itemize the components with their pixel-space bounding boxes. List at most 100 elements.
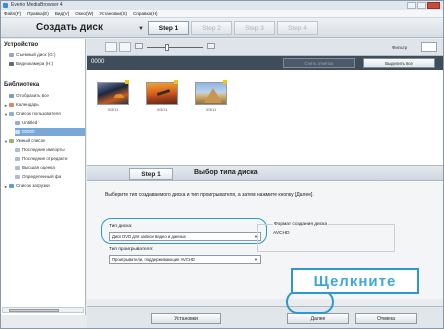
step-3-tab: Step 3 <box>234 21 275 35</box>
caret-calendar[interactable]: ► <box>4 103 8 108</box>
sidebar-item-recent-edited[interactable]: Последние отредакти <box>15 155 85 163</box>
camcorder-icon <box>9 61 14 66</box>
drive-icon <box>9 52 14 57</box>
list-icon <box>15 129 20 134</box>
thumbnail-1-label: 3/3/11 <box>107 107 119 112</box>
large-thumb-icon[interactable] <box>207 43 215 49</box>
smart-list-icon <box>9 138 14 143</box>
chevron-down-icon: ▼ <box>254 257 258 262</box>
step-tabs: Step 1 Step 2 Step 3 Step 4 <box>148 21 318 35</box>
menu-bar: Файл(F) Правка(E) Вид(V) Окно(W) Установ… <box>1 10 443 18</box>
thumbnail-grid: 3/3/11 3/3/11 3/3/11 <box>87 70 443 165</box>
format-label: Формат создания диска <box>273 222 329 227</box>
grid-view-icon[interactable] <box>105 42 117 52</box>
menu-settings[interactable]: Установки(S) <box>99 10 127 17</box>
list-view-icon[interactable] <box>119 42 131 52</box>
sidebar-item-top-rated[interactable]: Высшая оценка <box>15 164 85 172</box>
menu-view[interactable]: Вид(V) <box>55 10 69 17</box>
click-callout: Щелкните <box>291 268 419 294</box>
sidebar-item-recent-imports[interactable]: Последние импорты <box>15 146 85 154</box>
window-title: Everio MediaBrowser 4 <box>11 2 63 8</box>
sidebar-item-calendar[interactable]: Календарь <box>9 101 85 109</box>
menu-help[interactable]: Справка(H) <box>133 10 157 17</box>
slider-knob[interactable] <box>165 44 169 51</box>
airplane-image <box>156 89 171 96</box>
photos-icon <box>9 93 14 98</box>
sidebar-item-removable-disk[interactable]: Съемный диск (G:) <box>9 51 85 59</box>
list-icon <box>15 120 20 125</box>
folder-icon <box>15 174 20 179</box>
pyramid-image <box>204 88 222 103</box>
thumbnail-2-label: 3/3/11 <box>156 107 168 112</box>
thumbnail-2[interactable] <box>146 82 178 105</box>
list-icon <box>9 111 14 116</box>
folder-icon <box>15 165 20 170</box>
chevron-down-icon[interactable]: ▼ <box>138 26 144 32</box>
check-flag-icon[interactable] <box>174 80 178 84</box>
sidebar-item-show-all[interactable]: Отобразить все <box>9 92 85 100</box>
sidebar-item-user-list[interactable]: Список пользователя <box>9 110 85 118</box>
player-type-label: Тип проигрывателя: <box>109 247 154 252</box>
menu-window[interactable]: Окно(W) <box>75 10 93 17</box>
next-button[interactable]: Далее <box>287 313 349 324</box>
title-bar: Everio MediaBrowser 4 <box>1 1 443 10</box>
player-type-select[interactable]: Проигрыватели, поддерживающие AVCHD ▼ <box>109 255 261 264</box>
sidebar-item-upload-list[interactable]: Список загрузки <box>9 182 85 190</box>
instruction-text: Выберите тип создаваемого диска и тип пр… <box>105 192 314 198</box>
menu-file[interactable]: Файл(F) <box>4 10 21 17</box>
sidebar-item-camcorder[interactable]: Видеокамера (H:) <box>9 60 85 68</box>
sidebar-item-smart-list[interactable]: Умный список <box>9 137 85 145</box>
minimize-button[interactable] <box>407 2 416 9</box>
sunset-image <box>114 94 124 98</box>
cancel-button[interactable]: Отмена <box>355 313 417 324</box>
app-window: Everio MediaBrowser 4 Файл(F) Правка(E) … <box>0 0 444 329</box>
check-flag-icon[interactable] <box>223 80 227 84</box>
check-flag-icon[interactable] <box>125 80 129 84</box>
sidebar-item-defined[interactable]: Определенный фа <box>15 173 85 181</box>
album-name: 0000 <box>91 59 105 65</box>
thumbnail-1[interactable] <box>97 82 129 105</box>
step-2-tab: Step 2 <box>191 21 232 35</box>
close-button[interactable] <box>427 2 440 9</box>
select-all-button[interactable]: Выделить все <box>363 58 435 68</box>
caret-smart-list[interactable]: ▼ <box>4 139 8 144</box>
caret-upload-list[interactable]: ► <box>4 184 8 189</box>
sidebar: Устройство Съемный диск (G:) Видеокамера… <box>1 39 86 315</box>
uncheck-all-button[interactable]: Снять отметки <box>283 58 355 68</box>
calendar-icon <box>9 102 14 107</box>
small-thumb-icon[interactable] <box>135 43 143 49</box>
sidebar-scrollbar[interactable] <box>2 307 84 313</box>
step-4-tab: Step 4 <box>277 21 318 35</box>
bottom-bar: Установки Далее Отмена <box>87 306 443 328</box>
settings-button[interactable]: Установки <box>151 313 221 324</box>
folder-icon <box>15 156 20 161</box>
maximize-button[interactable] <box>417 2 426 9</box>
thumbnail-size-slider[interactable] <box>147 44 203 51</box>
sidebar-item-00000[interactable]: 00000 <box>15 128 85 136</box>
sidebar-item-untitled[interactable]: Untitled <box>15 119 85 127</box>
panel-title: Выбор типа диска <box>194 169 258 176</box>
disc-type-select[interactable]: Диск DVD для записи видео и данных ▼ <box>109 232 261 241</box>
step-panel-header: Step 1 Выбор типа диска <box>87 165 443 181</box>
filter-label: Фильтр <box>392 45 408 50</box>
scrollbar-thumb[interactable] <box>9 309 59 312</box>
caret-user-list[interactable]: ▼ <box>4 112 8 117</box>
view-toolbar: Фильтр <box>87 39 443 56</box>
disc-type-label: Тип диска: <box>109 224 133 229</box>
device-header: Устройство <box>4 42 39 48</box>
step-1-tab: Step 1 <box>148 21 189 35</box>
mode-header: Создать диск ▼ Step 1 Step 2 Step 3 Step… <box>1 18 443 38</box>
thumbnail-3-label: 3/3/11 <box>205 107 217 112</box>
library-header: Библиотека <box>4 82 40 88</box>
thumbnail-3[interactable] <box>195 82 227 105</box>
menu-edit[interactable]: Правка(E) <box>27 10 49 17</box>
filter-dropdown[interactable] <box>421 42 437 52</box>
format-value: AVCHD <box>273 231 290 236</box>
album-bar: 0000 Снять отметки Выделить все <box>87 56 443 70</box>
step-label: Step 1 <box>129 168 173 180</box>
format-group <box>257 224 395 252</box>
mode-selector[interactable]: Создать диск <box>36 22 103 33</box>
upload-icon <box>9 183 14 188</box>
folder-icon <box>15 147 20 152</box>
app-icon <box>3 3 8 8</box>
